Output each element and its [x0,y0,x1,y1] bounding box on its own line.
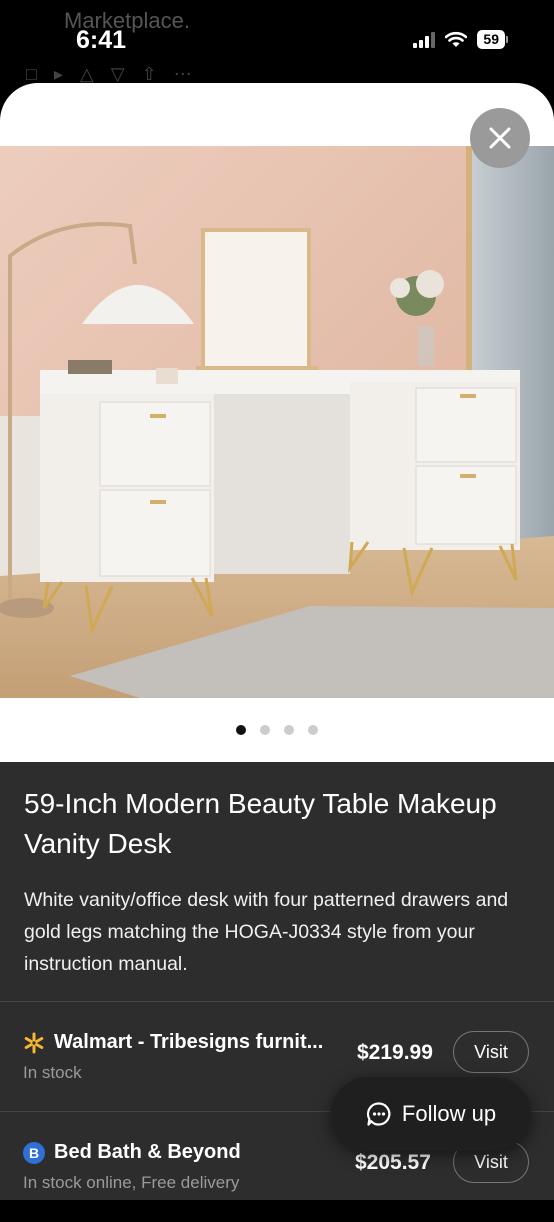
price: $219.99 [357,1041,433,1064]
status-bar: Marketplace. 6:41 59 [0,0,554,62]
carousel-indicator [0,698,554,762]
cellular-signal-icon [413,31,436,48]
status-icons: 59 [413,30,508,49]
follow-up-label: Follow up [401,1101,497,1126]
follow-up-button[interactable]: Follow up [331,1077,531,1151]
price: $205.57 [355,1151,431,1174]
thumbs-down-icon: ▽ [110,64,125,84]
product-title: 59-Inch Modern Beauty Table Makeup Vanit… [24,788,497,859]
availability: In stock [23,1063,82,1082]
battery-icon: 59 [477,30,508,49]
close-button[interactable] [470,108,530,168]
share-icon: ⇧ [141,64,157,84]
clock: 6:41 [76,26,127,54]
availability: In stock online, Free delivery [23,1173,240,1192]
thumbs-up-icon: △ [79,64,94,84]
bed-bath-beyond-icon: B [22,1141,46,1165]
background-actions: □ ▸ △ ▽ ⇧ ⋯ [26,64,192,85]
carousel-dot-3[interactable] [284,725,294,735]
walmart-spark-icon [22,1031,46,1055]
more-icon: ⋯ [173,64,192,84]
bbb-badge: B [23,1142,45,1164]
store-name: Bed Bath & Beyond [54,1141,241,1163]
store-name: Walmart - Tribesigns furnit... [54,1031,324,1053]
close-icon [489,127,511,149]
vanity-desk-illustration [0,146,554,698]
wifi-icon [445,31,468,47]
product-image[interactable] [0,146,554,698]
battery-level: 59 [477,30,505,49]
visit-button[interactable]: Visit [453,1031,529,1073]
carousel-dot-4[interactable] [308,725,318,735]
carousel-dot-1[interactable] [236,725,246,735]
product-description: White vanity/office desk with four patte… [24,889,509,975]
speaker-icon: ▸ [53,64,63,84]
chat-bubble-icon [366,1102,391,1126]
copy-icon: □ [26,64,37,84]
carousel-dot-2[interactable] [260,725,270,735]
